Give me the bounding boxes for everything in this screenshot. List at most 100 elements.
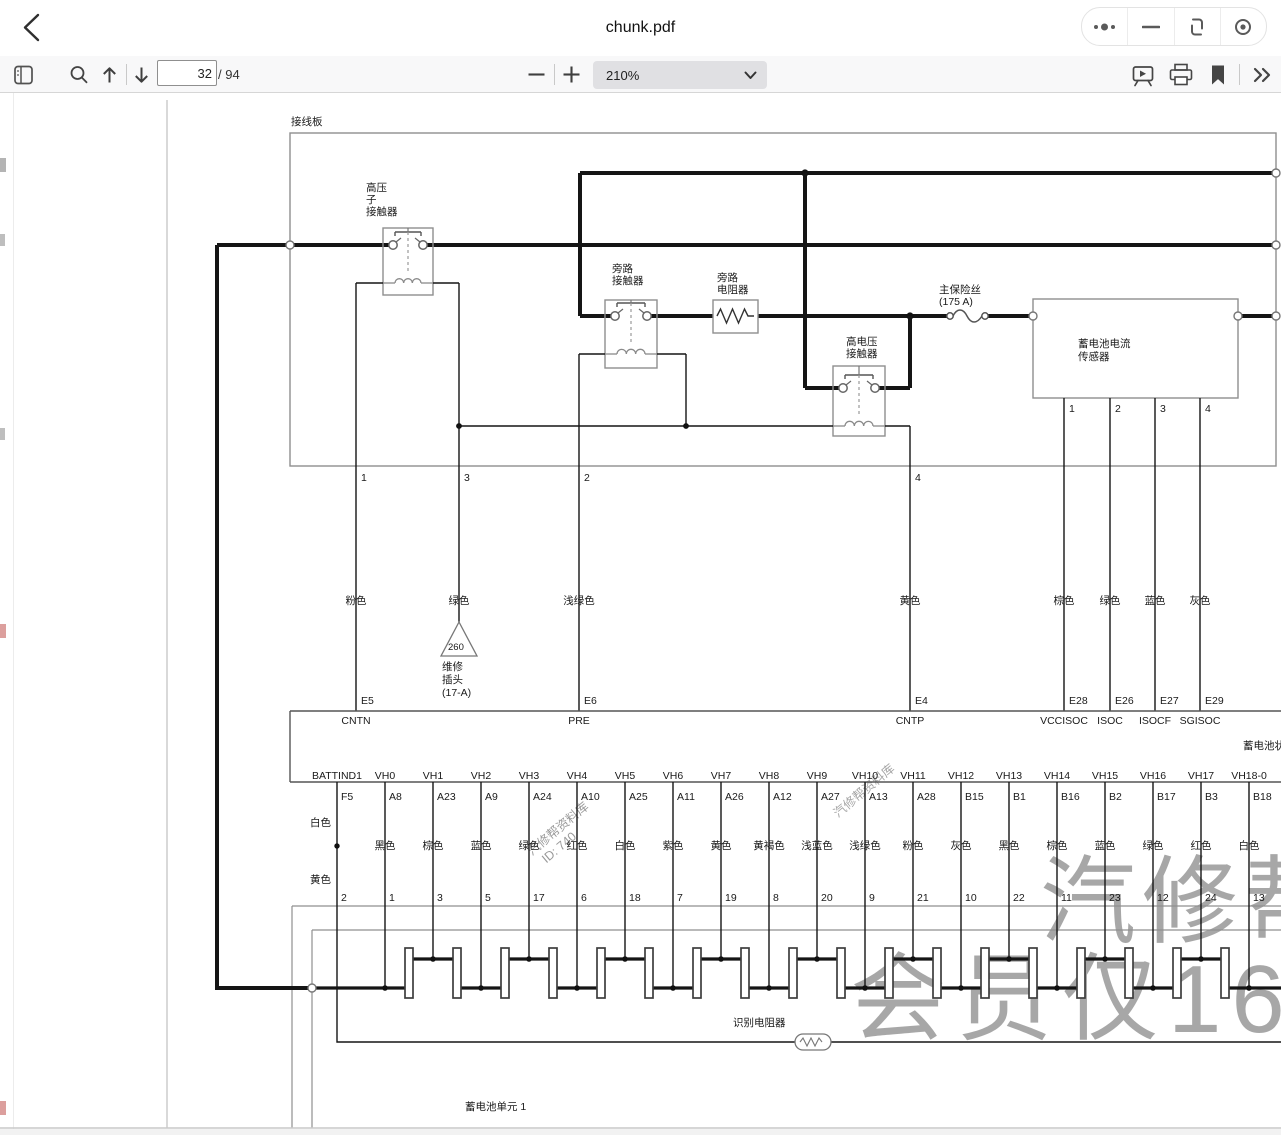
window-controls bbox=[1081, 7, 1267, 46]
wire-color-label: 白色 bbox=[1239, 839, 1261, 852]
board-pin-number: 1 bbox=[361, 472, 367, 484]
printer-icon bbox=[1169, 63, 1193, 86]
service-plug-label: 插头 bbox=[442, 673, 463, 686]
divider bbox=[554, 64, 555, 85]
main-fuse-label: (175 A) bbox=[939, 296, 973, 308]
pdf-page: 汽修帮资料库ID: 740汽修帮资料库汽修帮会员仅168接线板高压子接触器旁路接… bbox=[0, 93, 1281, 1135]
module-terminal-name: VH3 bbox=[519, 770, 540, 782]
connector-pin-id: A28 bbox=[917, 791, 936, 803]
restore-button[interactable] bbox=[1174, 8, 1220, 45]
sensor-pin-number: 4 bbox=[1205, 403, 1211, 415]
minimize-button[interactable] bbox=[1127, 8, 1173, 45]
wire-color-label: 黑色 bbox=[375, 839, 396, 852]
signal-name: VCCISOC bbox=[1040, 715, 1088, 727]
bypass-contactor-label: 接触器 bbox=[612, 274, 644, 287]
wire-color-label: 蓝色 bbox=[1095, 839, 1117, 852]
wire-color-label: 棕色 bbox=[1054, 594, 1076, 607]
module-label-cut: 蓄电池状 bbox=[1243, 739, 1281, 752]
double-chevron-right-icon bbox=[1252, 67, 1274, 83]
hv-sub-contactor-label: 高压 bbox=[366, 181, 387, 194]
hv-contactor-label: 接触器 bbox=[846, 347, 878, 360]
connector-pin-id: B1 bbox=[1013, 791, 1026, 803]
terminal-label: E4 bbox=[915, 695, 928, 707]
arrow-down-icon bbox=[133, 66, 150, 84]
connector-cavity-number: 23 bbox=[1109, 892, 1121, 904]
service-plug-label: (17-A) bbox=[442, 687, 471, 699]
zoom-level-value: 210% bbox=[593, 68, 744, 83]
connector-pin-id: A9 bbox=[485, 791, 498, 803]
wire-color-label: 黄色 bbox=[310, 873, 331, 886]
bypass-resistor-label: 旁路 bbox=[717, 271, 738, 284]
module-terminal-name: VH15 bbox=[1092, 770, 1118, 782]
terminal-label: E29 bbox=[1205, 695, 1224, 707]
zoom-in-button[interactable] bbox=[562, 56, 581, 93]
connector-cavity-number: 10 bbox=[965, 892, 977, 904]
page-total-label: / 94 bbox=[218, 56, 240, 93]
wire-color-label: 红色 bbox=[567, 839, 588, 852]
module-terminal-name: VH17 bbox=[1188, 770, 1214, 782]
pdf-toolbar: / 94 210% bbox=[0, 56, 1281, 93]
search-icon bbox=[69, 65, 89, 85]
print-button[interactable] bbox=[1169, 56, 1193, 93]
wire-color-label: 紫色 bbox=[663, 839, 684, 852]
module-terminal-name: VH7 bbox=[711, 770, 732, 782]
connector-pin-id: A25 bbox=[629, 791, 648, 803]
signal-name: SGISOC bbox=[1180, 715, 1221, 727]
connector-pin-id: B17 bbox=[1157, 791, 1176, 803]
present-button[interactable] bbox=[1132, 56, 1154, 93]
connector-pin-id: A26 bbox=[725, 791, 744, 803]
module-terminal-name: VH8 bbox=[759, 770, 780, 782]
id-resistor-label: 识别电阻器 bbox=[733, 1016, 786, 1029]
search-button[interactable] bbox=[69, 56, 89, 93]
module-terminal-name: VH12 bbox=[948, 770, 974, 782]
terminal-label: E5 bbox=[361, 695, 374, 707]
board-pin-number: 2 bbox=[584, 472, 590, 484]
arrow-up-icon bbox=[101, 66, 118, 84]
wire-color-label: 蓝色 bbox=[1145, 594, 1167, 607]
next-page-button[interactable] bbox=[133, 56, 150, 93]
module-terminal-name: VH2 bbox=[471, 770, 492, 782]
connector-pin-id: A23 bbox=[437, 791, 456, 803]
wire-color-label: 黄色 bbox=[900, 594, 921, 607]
more-options-button[interactable] bbox=[1082, 8, 1127, 45]
more-tools-button[interactable] bbox=[1252, 56, 1274, 93]
connector-pin-id: A13 bbox=[869, 791, 888, 803]
bookmark-button[interactable] bbox=[1210, 56, 1226, 93]
zoom-out-button[interactable] bbox=[527, 56, 546, 93]
more-dots-icon bbox=[1092, 20, 1118, 34]
connector-cavity-number: 18 bbox=[629, 892, 641, 904]
wire-color-label: 黑色 bbox=[999, 839, 1020, 852]
connector-pin-id: A27 bbox=[821, 791, 840, 803]
module-terminal-name: VH4 bbox=[567, 770, 588, 782]
wire-color-label: 白色 bbox=[615, 839, 636, 852]
module-terminal-name: VH6 bbox=[663, 770, 684, 782]
wire-color-label: 绿色 bbox=[449, 594, 470, 607]
target-button[interactable] bbox=[1220, 8, 1266, 45]
sidebar-toggle-button[interactable] bbox=[14, 56, 34, 93]
wire-color-label: 棕色 bbox=[1047, 839, 1069, 852]
service-plug-number: 260 bbox=[448, 642, 464, 653]
page-number-input[interactable] bbox=[157, 60, 217, 86]
wire-color-label: 灰色 bbox=[951, 839, 972, 852]
plus-icon bbox=[562, 65, 581, 84]
connector-cavity-number: 3 bbox=[437, 892, 443, 904]
connector-pin-id: B16 bbox=[1061, 791, 1080, 803]
connector-pin-id: A8 bbox=[389, 791, 402, 803]
zoom-level-select[interactable]: 210% bbox=[593, 61, 767, 89]
wire-color-label: 红色 bbox=[1191, 839, 1213, 852]
bypass-resistor-label: 电阻器 bbox=[717, 283, 749, 296]
wire-color-label: 绿色 bbox=[519, 839, 540, 852]
connector-cavity-number: 21 bbox=[917, 892, 929, 904]
title-bar: chunk.pdf bbox=[0, 0, 1281, 57]
connector-pin-id: A12 bbox=[773, 791, 792, 803]
chevron-down-icon bbox=[744, 71, 757, 80]
signal-name: PRE bbox=[568, 715, 590, 727]
terminal-label: E26 bbox=[1115, 695, 1134, 707]
connector-cavity-number: 19 bbox=[725, 892, 737, 904]
connector-cavity-number: 5 bbox=[485, 892, 491, 904]
connector-pin-id: A24 bbox=[533, 791, 552, 803]
prev-page-button[interactable] bbox=[101, 56, 118, 93]
wire-color-label: 棕色 bbox=[423, 839, 444, 852]
wire-color-label: 粉色 bbox=[346, 594, 367, 607]
signal-name: ISOC bbox=[1097, 715, 1123, 727]
